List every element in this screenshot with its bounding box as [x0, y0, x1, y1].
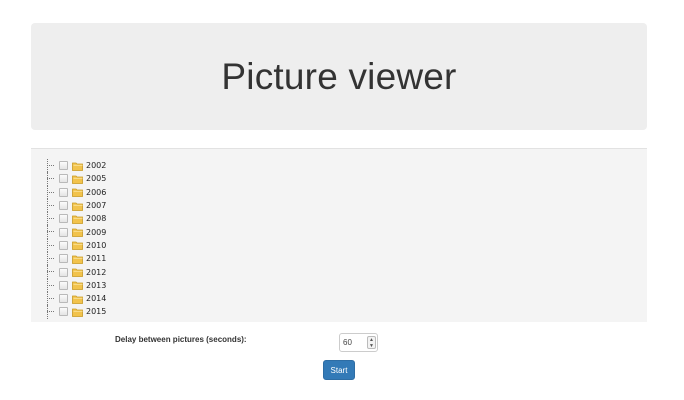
folder-checkbox[interactable]	[59, 161, 68, 171]
folder-checkbox[interactable]	[59, 227, 68, 237]
tree-item-label[interactable]: 2007	[85, 201, 106, 210]
folder-checkbox[interactable]	[59, 201, 68, 211]
delay-label: Delay between pictures (seconds):	[115, 335, 247, 344]
tree-item-label[interactable]: 2011	[85, 254, 106, 263]
folder-icon	[72, 294, 83, 304]
folder-icon	[72, 227, 83, 238]
tree-item[interactable]: 2006	[45, 185, 106, 199]
tree-item[interactable]: 2010	[45, 238, 106, 253]
expand-toggle-icon[interactable]	[45, 305, 57, 319]
folder-checkbox[interactable]	[59, 294, 68, 304]
folder-checkbox[interactable]	[59, 187, 68, 197]
expand-toggle-icon[interactable]	[45, 265, 57, 279]
folder-checkbox[interactable]	[59, 240, 68, 250]
expand-toggle-icon[interactable]	[45, 185, 57, 199]
tree-item[interactable]: 2011	[45, 252, 106, 266]
tree-item[interactable]: 2002	[45, 159, 106, 173]
folder-icon	[72, 174, 83, 184]
expand-toggle-icon[interactable]	[45, 252, 57, 266]
expand-toggle-icon[interactable]	[45, 291, 57, 306]
tree-item-label[interactable]: 2013	[85, 281, 106, 290]
folder-icon	[72, 201, 83, 211]
expand-toggle-icon[interactable]	[45, 212, 57, 226]
tree-item[interactable]: 2005	[45, 172, 106, 186]
delay-spinner[interactable]: ▲ ▼	[339, 333, 378, 352]
spin-down-icon[interactable]: ▼	[368, 343, 375, 349]
folder-icon	[72, 187, 83, 198]
folder-icon	[72, 161, 83, 171]
expand-toggle-icon[interactable]	[45, 238, 57, 253]
folder-checkbox[interactable]	[59, 280, 68, 290]
tree-item[interactable]: 2013	[45, 278, 106, 292]
tree-item-label[interactable]: 2002	[85, 161, 106, 170]
tree-item[interactable]: 2012	[45, 265, 106, 279]
tree-item-label[interactable]: 2010	[85, 241, 106, 250]
header-jumbotron: Picture viewer	[31, 23, 647, 130]
folder-tree-panel: 2002 2005 2006 2007 2008 2009 2010 2011 2012 2013…	[31, 148, 647, 322]
folder-icon	[72, 254, 83, 264]
expand-toggle-icon[interactable]	[45, 198, 57, 213]
folder-icon	[72, 307, 83, 317]
folder-tree: 2002 2005 2006 2007 2008 2009 2010 2011 2012 2013…	[45, 159, 106, 319]
folder-checkbox[interactable]	[59, 174, 68, 184]
folder-checkbox[interactable]	[59, 307, 68, 317]
tree-item-label[interactable]: 2012	[85, 268, 106, 277]
expand-toggle-icon[interactable]	[45, 225, 57, 239]
expand-toggle-icon[interactable]	[45, 159, 57, 173]
folder-checkbox[interactable]	[59, 267, 68, 277]
tree-item-label[interactable]: 2008	[85, 214, 106, 223]
tree-item[interactable]: 2014	[45, 291, 106, 306]
tree-item[interactable]: 2007	[45, 198, 106, 213]
delay-input[interactable]	[343, 335, 367, 350]
tree-item[interactable]: 2009	[45, 225, 106, 239]
tree-item-label[interactable]: 2015	[85, 307, 106, 316]
expand-toggle-icon[interactable]	[45, 278, 57, 292]
folder-checkbox[interactable]	[59, 214, 68, 224]
tree-item-label[interactable]: 2006	[85, 188, 106, 197]
expand-toggle-icon[interactable]	[45, 172, 57, 186]
folder-icon	[72, 280, 83, 291]
tree-item-label[interactable]: 2009	[85, 228, 106, 237]
folder-checkbox[interactable]	[59, 254, 68, 264]
tree-item[interactable]: 2008	[45, 212, 106, 226]
folder-icon	[72, 214, 83, 224]
spin-buttons[interactable]: ▲ ▼	[367, 336, 376, 349]
page-title: Picture viewer	[221, 55, 457, 97]
folder-icon	[72, 240, 83, 251]
tree-item-label[interactable]: 2014	[85, 294, 106, 303]
tree-item-label[interactable]: 2005	[85, 174, 106, 183]
tree-item[interactable]: 2015	[45, 305, 106, 319]
start-button[interactable]: Start	[323, 360, 355, 380]
folder-icon	[72, 267, 83, 277]
